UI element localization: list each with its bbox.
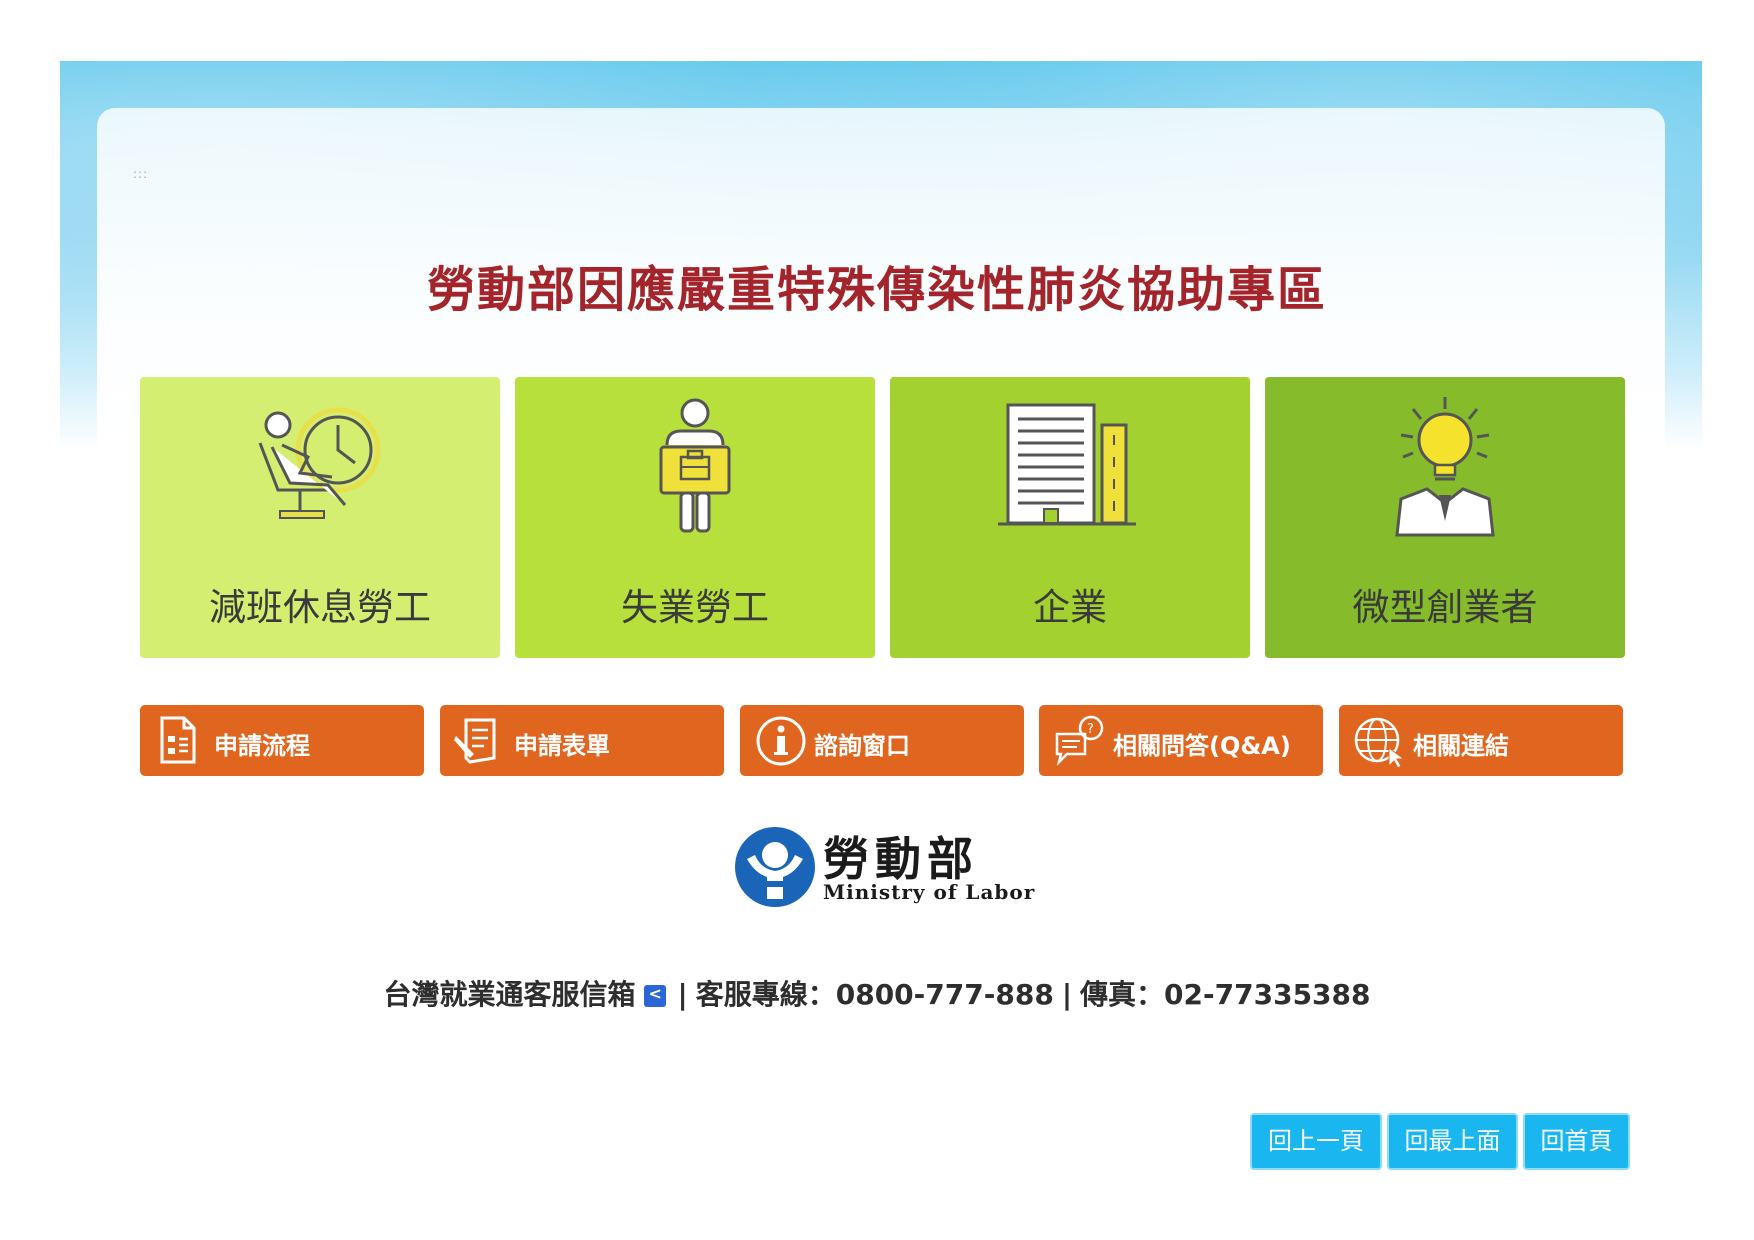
button-label: 申請表單 [514, 732, 610, 760]
globe-cursor-icon [1354, 717, 1406, 768]
category-cards: 減班休息勞工 失業勞工 企業 微型創業者 [140, 377, 1625, 658]
card-enterprises[interactable]: 企業 [890, 377, 1250, 658]
form-pen-icon [454, 718, 496, 764]
chat-question-icon: ? [1055, 715, 1104, 767]
card-micro-entrepreneurs[interactable]: 微型創業者 [1265, 377, 1625, 658]
button-label: 申請流程 [214, 732, 310, 760]
office-building-icon [998, 403, 1136, 526]
application-form-button[interactable]: 申請表單 [440, 705, 724, 776]
card-label: 微型創業者 [1352, 586, 1538, 629]
home-button[interactable]: 回首頁 [1523, 1113, 1630, 1170]
card-unemployed-workers[interactable]: 失業勞工 [515, 377, 875, 658]
card-label: 減班休息勞工 [209, 586, 431, 629]
page-title: 勞動部因應嚴重特殊傳染性肺炎協助專區 [426, 262, 1327, 318]
button-label: 相關連結 [1413, 732, 1509, 760]
ministry-emblem-icon [735, 827, 815, 907]
worker-with-briefcase-icon [659, 398, 731, 533]
separator: | [1061, 978, 1073, 1011]
application-process-button[interactable]: 申請流程 [140, 705, 424, 776]
card-label: 失業勞工 [621, 586, 769, 629]
logo-english-name: Ministry of Labor [823, 880, 1036, 904]
faq-button[interactable]: ? 相關問答(Q&A) [1039, 705, 1323, 776]
contact-info: 台灣就業通客服信箱|客服專線：0800-777-888|傳真：02-773353… [0, 973, 1754, 1013]
button-label: 諮詢窗口 [814, 732, 910, 760]
separator: | [677, 978, 688, 1011]
reclining-worker-clock-icon [258, 407, 381, 519]
accesskey-marker[interactable]: ::: [133, 168, 148, 180]
svg-text:?: ? [1087, 722, 1094, 737]
document-flow-icon [160, 716, 196, 764]
lightbulb-entrepreneur-icon [1395, 397, 1495, 537]
button-label: 相關問答(Q&A) [1113, 732, 1291, 760]
card-label: 企業 [1033, 586, 1107, 629]
consultation-window-button[interactable]: 諮詢窗口 [740, 705, 1024, 776]
back-to-top-button[interactable]: 回最上面 [1387, 1113, 1518, 1170]
hotline-text: 客服專線：0800-777-888 [695, 978, 1054, 1011]
back-button[interactable]: 回上一頁 [1250, 1113, 1382, 1170]
info-icon [756, 716, 806, 766]
fax-text: 傳真：02-77335388 [1080, 978, 1371, 1011]
service-mailbox-link[interactable]: 台灣就業通客服信箱 [383, 978, 635, 1011]
card-furloughed-workers[interactable]: 減班休息勞工 [140, 377, 500, 658]
external-link-icon[interactable] [643, 984, 666, 1007]
ministry-of-labor-logo[interactable]: 勞動部 Ministry of Labor [733, 825, 1034, 909]
related-links-button[interactable]: 相關連結 [1339, 705, 1623, 776]
action-buttons: 申請流程 申請表單 諮詢窗口 ? 相關問答(Q&A) 相關連結 [140, 705, 1624, 776]
